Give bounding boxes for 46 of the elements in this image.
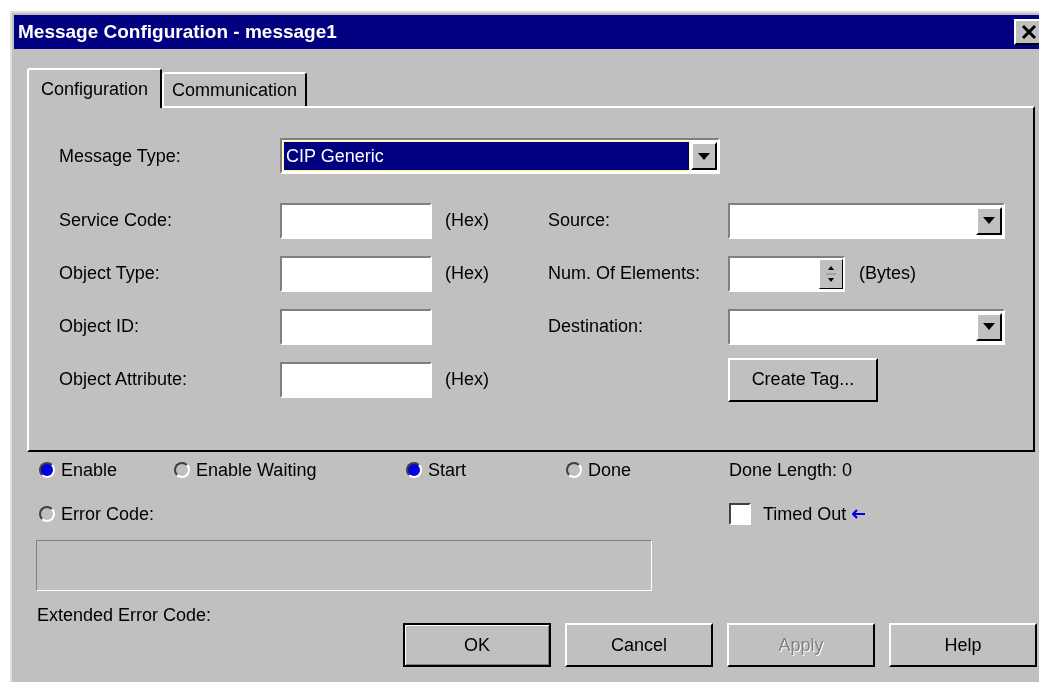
input-field[interactable]	[280, 255, 432, 292]
checkbox-label: Timed Out	[763, 503, 847, 525]
radio-label: Enable Waiting	[196, 459, 317, 481]
dropdown-value: CIP Generic	[284, 142, 689, 170]
radio-label: Error Code:	[61, 503, 155, 525]
tab[interactable]: Configuration	[27, 68, 163, 108]
field-label: Object Attribute:	[59, 369, 189, 390]
spinner-arrows-icon[interactable]	[819, 258, 843, 289]
create-tag-button[interactable]: Create Tag...	[728, 357, 878, 402]
arrow-icon	[852, 509, 867, 519]
radio-button[interactable]	[406, 462, 422, 478]
radio-button[interactable]	[566, 462, 582, 478]
field-label: Num. Of Elements:	[548, 263, 702, 284]
radio-button[interactable]	[39, 506, 55, 522]
window-title: Message Configuration - message1	[18, 21, 338, 43]
radio-button[interactable]	[174, 462, 190, 478]
extended-error-label: Extended Error Code:	[37, 605, 213, 626]
checkbox[interactable]	[729, 503, 751, 525]
unit-label: (Bytes)	[859, 263, 916, 284]
unit-label: (Hex)	[445, 263, 489, 284]
unit-label: (Hex)	[445, 210, 489, 231]
dropdown-field[interactable]	[728, 202, 1005, 239]
field-label: Object ID:	[59, 316, 141, 337]
unit-label: (Hex)	[445, 369, 489, 390]
field-label: Message Type:	[59, 145, 182, 167]
dropdown-field[interactable]	[728, 308, 1005, 345]
input-field[interactable]	[280, 308, 432, 345]
input-field[interactable]	[280, 202, 432, 239]
message-type-dropdown[interactable]: CIP Generic	[280, 138, 720, 174]
input-field[interactable]	[280, 361, 432, 398]
radio-label: Done	[588, 459, 632, 481]
dialog-button[interactable]: OK	[403, 623, 551, 667]
dialog-button[interactable]: Help	[889, 623, 1037, 667]
spinner-field[interactable]	[728, 255, 845, 292]
field-label: Service Code:	[59, 210, 174, 231]
radio-button[interactable]	[39, 462, 55, 478]
radio-label: Enable	[61, 459, 118, 481]
done-length-text: Done Length: 0	[729, 459, 853, 481]
close-icon	[1019, 22, 1039, 42]
field-label: Destination:	[548, 316, 645, 337]
close-button[interactable]	[1014, 19, 1039, 45]
radio-label: Start	[428, 459, 466, 481]
tab[interactable]: Communication	[162, 72, 308, 106]
field-label: Object Type:	[59, 263, 161, 284]
field-label: Source:	[548, 210, 612, 231]
dialog-button[interactable]: Cancel	[565, 623, 713, 667]
